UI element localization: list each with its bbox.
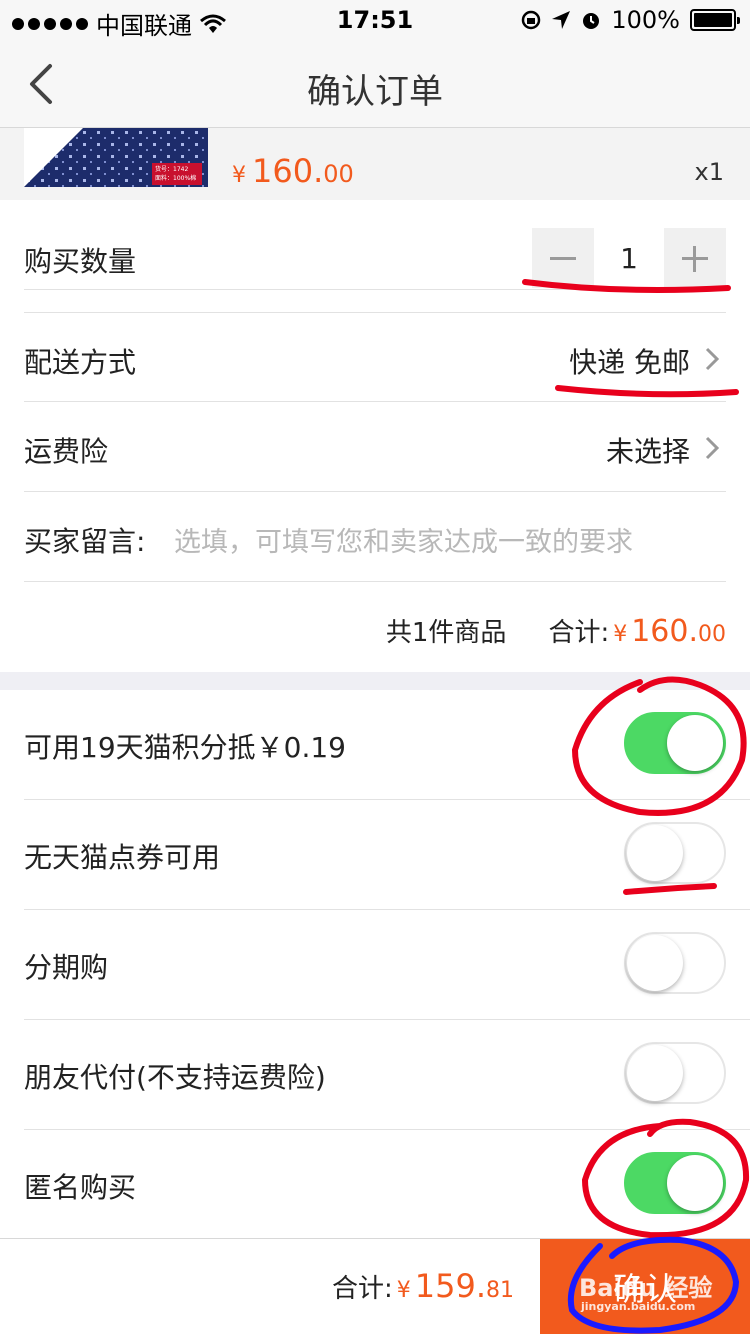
shipping-value: 快递 免邮 xyxy=(569,346,690,379)
points-deduction-label: 可用19天猫积分抵￥0.19 xyxy=(24,731,346,764)
order-details: 购买数量 1 配送方式 快递 免邮 运费险 未选择 买家留言: 选填，可填写您和… xyxy=(0,200,750,672)
battery-percent: 100% xyxy=(611,6,680,34)
coupon-label: 无天猫点券可用 xyxy=(24,841,221,874)
product-price: ¥160.00 xyxy=(232,152,354,190)
order-subtotal: 共1件商品 合计: ¥160.00 xyxy=(386,612,726,649)
buyer-message-row: 买家留言: 选填，可填写您和卖家达成一致的要求 xyxy=(24,492,726,582)
points-deduction-row: 可用19天猫积分抵￥0.19 xyxy=(24,690,750,800)
points-deduction-toggle[interactable] xyxy=(624,712,726,774)
watermark-brand: Baidu 经验 xyxy=(579,1274,713,1302)
minus-icon xyxy=(550,257,576,260)
shipping-insurance-label: 运费险 xyxy=(24,435,109,468)
total-label: 合计: xyxy=(331,1274,393,1304)
price-cents: 00 xyxy=(323,160,354,188)
quantity-label: 购买数量 xyxy=(24,245,137,278)
shipping-insurance-value: 未选择 xyxy=(605,435,690,468)
thumbnail-corner xyxy=(24,128,83,187)
order-total: 合计: ¥159.81 xyxy=(332,1267,514,1305)
quantity-value[interactable]: 1 xyxy=(594,242,664,275)
location-arrow-icon xyxy=(552,11,571,29)
friend-pay-toggle[interactable] xyxy=(624,1042,726,1104)
buyer-message-input[interactable]: 选填，可填写您和卖家达成一致的要求 xyxy=(174,520,633,559)
coupon-row: 无天猫点券可用 xyxy=(24,800,750,910)
watermark-url: jingyan.baidu.com xyxy=(581,1300,696,1313)
quantity-row: 购买数量 1 xyxy=(24,200,726,290)
payment-options: 可用19天猫积分抵￥0.19 无天猫点券可用 分期购 朋友代付(不支持运费险) … xyxy=(0,690,750,1238)
product-summary: 货号：1742 面料：100%棉 ¥160.00 x1 xyxy=(0,128,750,200)
baidu-watermark: Baidu 经验 jingyan.baidu.com xyxy=(577,1262,717,1326)
anonymous-purchase-label: 匿名购买 xyxy=(24,1171,137,1204)
coupon-toggle[interactable] xyxy=(624,822,726,884)
currency-symbol: ¥ xyxy=(232,163,246,188)
battery-icon xyxy=(690,9,740,31)
subtotal-integer: 160. xyxy=(631,614,698,649)
chevron-right-icon xyxy=(705,436,720,460)
decrease-button[interactable] xyxy=(532,228,594,288)
anonymous-purchase-toggle[interactable] xyxy=(624,1152,726,1214)
page-title: 确认订单 xyxy=(307,72,443,112)
increase-button[interactable] xyxy=(664,228,726,288)
total-cents: 81 xyxy=(486,1278,514,1303)
buyer-message-label: 买家留言: xyxy=(24,525,146,558)
navigation-bar: 确认订单 xyxy=(0,40,750,128)
currency-symbol: ¥ xyxy=(396,1278,411,1303)
status-bar: 中国联通 17:51 100% xyxy=(0,0,750,40)
total-integer: 159. xyxy=(414,1267,486,1305)
friend-pay-row: 朋友代付(不支持运费险) xyxy=(24,1020,750,1130)
subtotal-label: 合计: xyxy=(548,618,610,648)
installment-label: 分期购 xyxy=(24,951,109,984)
alarm-icon xyxy=(583,13,600,29)
shipping-insurance-row[interactable]: 运费险 未选择 xyxy=(24,402,726,492)
subtotal-cents: 00 xyxy=(698,622,726,647)
product-label-tag: 货号：1742 面料：100%棉 xyxy=(152,163,202,185)
rotation-lock-icon xyxy=(522,10,541,30)
product-thumbnail[interactable]: 货号：1742 面料：100%棉 xyxy=(24,128,208,187)
currency-symbol: ¥ xyxy=(613,622,628,647)
chevron-right-icon xyxy=(705,347,720,371)
items-count: 共1件商品 xyxy=(385,618,507,648)
shipping-row[interactable]: 配送方式 快递 免邮 xyxy=(24,312,726,402)
product-tag-line: 货号：1742 xyxy=(155,166,189,173)
installment-toggle[interactable] xyxy=(624,932,726,994)
price-integer: 160. xyxy=(252,152,324,190)
quantity-stepper[interactable]: 1 xyxy=(532,228,726,288)
product-tag-line: 面料：100%棉 xyxy=(155,175,197,182)
plus-icon-vertical xyxy=(693,246,696,272)
shipping-label: 配送方式 xyxy=(24,346,137,379)
friend-pay-label: 朋友代付(不支持运费险) xyxy=(24,1061,326,1094)
installment-row: 分期购 xyxy=(24,910,750,1020)
anonymous-purchase-row: 匿名购买 xyxy=(24,1130,750,1238)
product-quantity-tag: x1 xyxy=(694,158,724,186)
